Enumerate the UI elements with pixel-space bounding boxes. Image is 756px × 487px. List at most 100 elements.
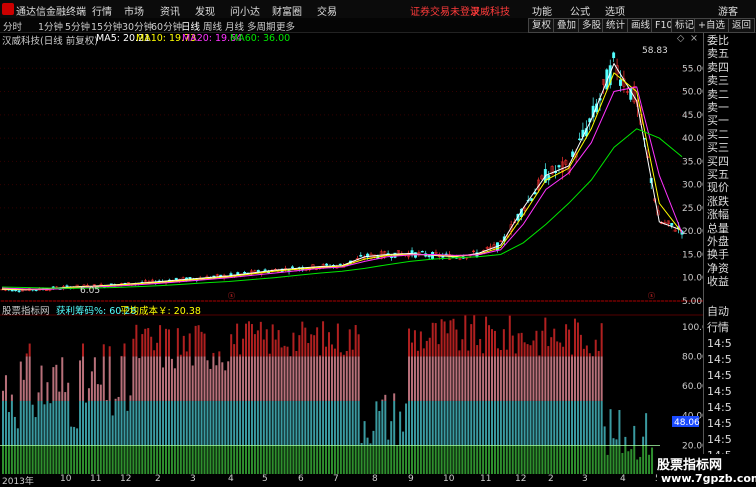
overlay-button[interactable]: 叠加 xyxy=(553,18,581,33)
side-panel-tab[interactable]: 14:5 xyxy=(707,417,732,430)
indicator-bar xyxy=(588,356,591,401)
indicator-bar xyxy=(203,400,206,446)
side-panel-item[interactable]: 委比 xyxy=(707,34,729,47)
indicator-bar xyxy=(265,400,268,446)
side-panel-item[interactable]: 涨幅 xyxy=(707,208,729,221)
back-button[interactable]: 返回 xyxy=(728,18,756,33)
indicator-bar xyxy=(529,356,532,401)
indicator-bar xyxy=(553,328,556,357)
indicator-bar xyxy=(336,400,339,446)
period-5min[interactable]: 5分钟 xyxy=(65,19,90,33)
indicator-bar xyxy=(470,324,473,357)
indicator-bar xyxy=(212,356,215,401)
period-intraday[interactable]: 分时 xyxy=(3,19,22,33)
indicator-bar xyxy=(292,356,295,401)
indicator-bar xyxy=(250,445,253,475)
menu-function[interactable]: 功能 xyxy=(532,3,552,18)
indicator-bar xyxy=(479,445,482,475)
close-icon[interactable]: × xyxy=(690,33,698,44)
period-multi[interactable]: 多周期 xyxy=(247,19,276,33)
indicator-bar xyxy=(443,321,446,357)
indicator-bar xyxy=(194,400,197,446)
indicator-bar xyxy=(547,445,550,475)
multi-stock-button[interactable]: 多股 xyxy=(578,18,606,33)
indicator-bar xyxy=(105,400,108,446)
adjust-button[interactable]: 复权 xyxy=(528,18,556,33)
indicator-bar xyxy=(212,445,215,475)
side-panel-item[interactable]: 卖二 xyxy=(707,88,729,101)
period-15min[interactable]: 15分钟 xyxy=(91,19,122,33)
period-monthly[interactable]: 月线 xyxy=(225,19,244,33)
period-weekly[interactable]: 周线 xyxy=(203,19,222,33)
indicator-bar xyxy=(523,400,526,446)
candle-body xyxy=(65,285,69,287)
indicator-bar xyxy=(514,356,517,401)
side-panel-item[interactable]: 卖四 xyxy=(707,61,729,74)
ma-line xyxy=(1,86,683,290)
indicator-bar xyxy=(532,445,535,475)
menu-news[interactable]: 资讯 xyxy=(160,3,180,18)
menu-ask[interactable]: 问小达 xyxy=(230,3,260,18)
side-panel-tab[interactable]: 14:5 xyxy=(707,433,732,446)
period-60min[interactable]: 60分钟 xyxy=(151,19,182,33)
menu-wealth[interactable]: 财富圈 xyxy=(272,3,302,18)
indicator-bar xyxy=(138,445,141,475)
side-panel-item[interactable]: 卖五 xyxy=(707,47,729,60)
side-panel-item[interactable]: 买一 xyxy=(707,114,729,127)
side-panel-tab[interactable]: 14:5 xyxy=(707,337,732,350)
indicator-bar xyxy=(633,425,636,446)
menu-discover[interactable]: 发现 xyxy=(195,3,215,18)
period-30min[interactable]: 30分钟 xyxy=(122,19,153,33)
indicator-bar xyxy=(562,400,565,446)
menu-options[interactable]: 选项 xyxy=(605,3,625,18)
side-panel-item[interactable]: 净资 xyxy=(707,262,729,275)
indicator-bar xyxy=(159,325,162,357)
side-panel-item[interactable]: 总量 xyxy=(707,222,729,235)
side-panel-item[interactable]: 买二 xyxy=(707,128,729,141)
indicator-bar xyxy=(573,445,576,475)
side-panel-item[interactable]: 买四 xyxy=(707,155,729,168)
add-watchlist-button[interactable]: +自选 xyxy=(694,18,729,33)
period-1min[interactable]: 1分钟 xyxy=(38,19,63,33)
side-panel-tab[interactable]: 行情 xyxy=(707,321,729,334)
side-panel-item[interactable]: 卖三 xyxy=(707,74,729,87)
side-panel-item[interactable]: 涨跌 xyxy=(707,195,729,208)
candle-body xyxy=(420,251,424,253)
side-panel-item[interactable]: 卖一 xyxy=(707,101,729,114)
indicator-bar xyxy=(455,445,458,475)
period-daily[interactable]: 日线 xyxy=(181,19,200,33)
menu-quotes[interactable]: 行情 xyxy=(92,3,112,18)
settings-icon[interactable]: ◇ xyxy=(677,33,684,44)
indicator-bar xyxy=(55,445,58,475)
side-panel-tab[interactable]: 14:5 xyxy=(707,353,732,366)
user-label[interactable]: 游客 xyxy=(718,3,738,18)
side-panel-tab[interactable]: 自动 xyxy=(707,305,729,318)
indicator-bar xyxy=(28,343,31,357)
menu-trade[interactable]: 交易 xyxy=(317,3,337,18)
side-panel-item[interactable]: 收益 xyxy=(707,275,729,288)
side-panel-item[interactable]: 现价 xyxy=(707,181,729,194)
side-panel-tab[interactable]: 14:5 xyxy=(707,369,732,382)
indicator-bar xyxy=(191,445,194,475)
indicator-bar xyxy=(298,335,301,357)
indicator-bar xyxy=(286,356,289,401)
menu-formula[interactable]: 公式 xyxy=(570,3,590,18)
side-panel-item[interactable]: 买五 xyxy=(707,168,729,181)
side-panel-tab[interactable]: 14:5 xyxy=(707,401,732,414)
indicator-bar xyxy=(87,445,90,475)
indicator-bar xyxy=(209,445,212,475)
side-panel-tab[interactable]: 14:5 xyxy=(707,385,732,398)
menu-market[interactable]: 市场 xyxy=(124,3,144,18)
side-panel-item[interactable]: 买三 xyxy=(707,141,729,154)
indicator-bar xyxy=(582,356,585,401)
indicator-bar xyxy=(46,382,49,401)
indicator-bar xyxy=(247,356,250,401)
period-more[interactable]: 更多 xyxy=(276,19,295,33)
stats-button[interactable]: 统计 xyxy=(602,18,630,33)
draw-line-button[interactable]: 画线 xyxy=(627,18,655,33)
chart-area[interactable]: 55.00 50.00 45.00 40.00 35.00 30.00 25.00 20.00… xyxy=(0,45,703,475)
indicator-bar xyxy=(52,445,55,475)
indicator-bar xyxy=(363,445,366,475)
side-panel-item[interactable]: 换手 xyxy=(707,248,729,261)
side-panel-item[interactable]: 外盘 xyxy=(707,235,729,248)
